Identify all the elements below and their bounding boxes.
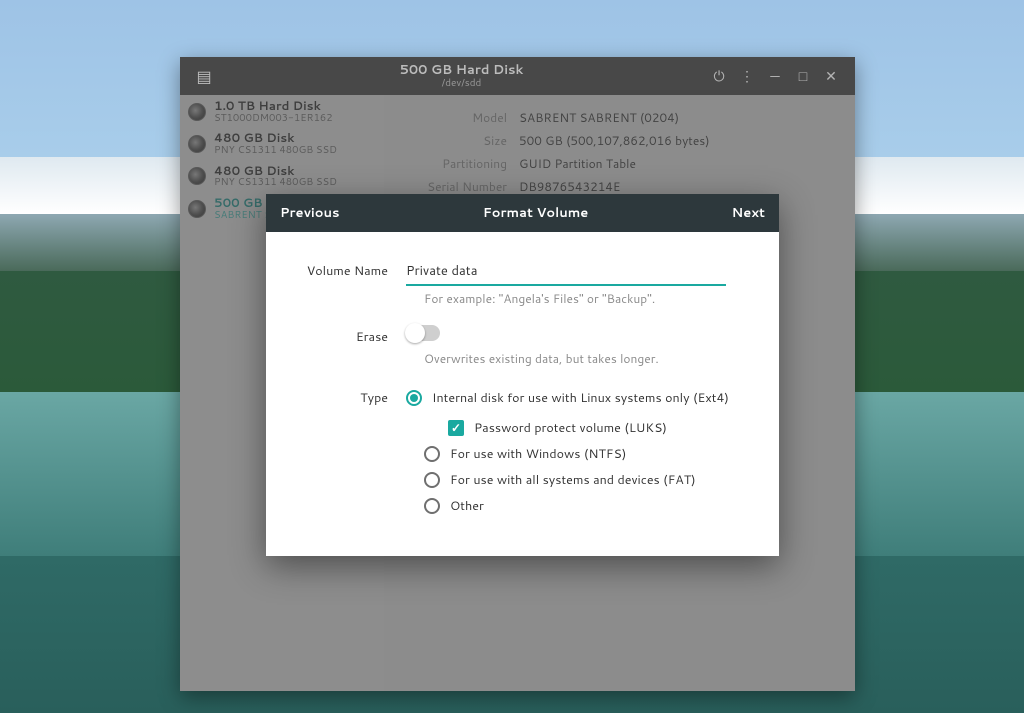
volume-name-hint: For example: "Angela's Files" or "Backup… [424, 290, 739, 307]
erase-label: Erase [306, 328, 406, 346]
luks-checkbox[interactable] [448, 420, 464, 436]
disk-icon [188, 135, 206, 153]
type-radio-ext4[interactable] [406, 390, 422, 406]
disk-icon [188, 103, 206, 121]
disk-icon [188, 167, 206, 185]
erase-switch[interactable] [406, 325, 440, 341]
window-title-block: 500 GB Hard Disk /dev/sdd [218, 63, 705, 89]
maximize-icon[interactable]: □ [789, 62, 817, 90]
type-label: Type [306, 389, 406, 407]
window-subtitle: /dev/sdd [218, 78, 705, 90]
detail-value-serial: DB9876543214E [519, 178, 620, 195]
type-option-other: Other [450, 497, 484, 515]
type-option-ext4: Internal disk for use with Linux systems… [432, 389, 729, 407]
disk-item-2[interactable]: 480 GB Disk PNY CS1311 480GB SSD [180, 160, 384, 192]
detail-label-model: Model [404, 109, 519, 126]
detail-value-size: 500 GB (500,107,862,016 bytes) [519, 132, 710, 149]
titlebar: ▤ 500 GB Hard Disk /dev/sdd ⏻ ⋮ — □ ✕ [180, 57, 855, 95]
detail-value-partitioning: GUID Partition Table [519, 155, 636, 172]
previous-button[interactable]: Previous [280, 204, 340, 222]
disk-item-1[interactable]: 480 GB Disk PNY CS1311 480GB SSD [180, 127, 384, 159]
disk-item-sub: PNY CS1311 480GB SSD [214, 145, 337, 157]
detail-label-size: Size [404, 132, 519, 149]
erase-hint: Overwrites existing data, but takes long… [424, 350, 739, 367]
type-option-fat: For use with all systems and devices (FA… [450, 471, 696, 489]
next-button[interactable]: Next [732, 204, 765, 222]
power-icon[interactable]: ⏻ [705, 62, 733, 90]
disk-item-sub: ST1000DM003-1ER162 [214, 113, 333, 125]
volume-name-label: Volume Name [306, 262, 406, 280]
disk-item-sub: PNY CS1311 480GB SSD [214, 177, 337, 189]
dialog-body: Volume Name For example: "Angela's Files… [266, 232, 779, 539]
detail-value-model: SABRENT SABRENT (0204) [519, 109, 679, 126]
dialog-header: Previous Format Volume Next [266, 194, 779, 232]
type-radio-ntfs[interactable] [424, 446, 440, 462]
detail-label-serial: Serial Number [404, 178, 519, 195]
app-menu-icon[interactable]: ▤ [190, 65, 218, 88]
more-menu-icon[interactable]: ⋮ [733, 62, 761, 90]
detail-label-partitioning: Partitioning [404, 155, 519, 172]
minimize-icon[interactable]: — [761, 62, 789, 90]
disk-icon [188, 200, 206, 218]
type-option-ntfs: For use with Windows (NTFS) [450, 445, 626, 463]
type-radio-fat[interactable] [424, 472, 440, 488]
format-volume-dialog: Previous Format Volume Next Volume Name … [266, 194, 779, 556]
volume-name-input[interactable] [406, 260, 726, 286]
close-icon[interactable]: ✕ [817, 62, 845, 90]
type-radio-other[interactable] [424, 498, 440, 514]
disk-item-0[interactable]: 1.0 TB Hard Disk ST1000DM003-1ER162 [180, 95, 384, 127]
type-option-luks: Password protect volume (LUKS) [474, 419, 667, 437]
dialog-title: Format Volume [483, 204, 589, 222]
